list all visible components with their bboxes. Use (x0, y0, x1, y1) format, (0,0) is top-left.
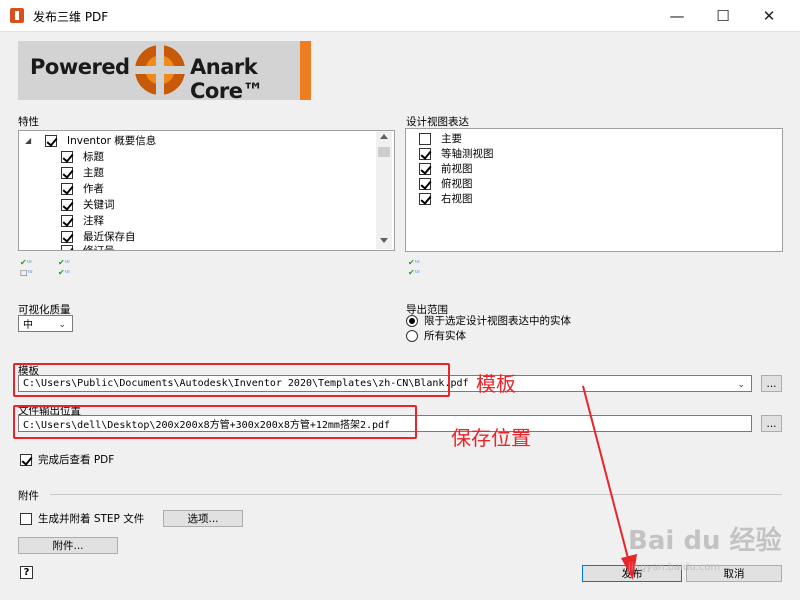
template-browse-button[interactable]: ... (761, 375, 782, 392)
design-view-item[interactable]: 等轴测视图 (419, 146, 494, 161)
output-browse-button[interactable]: ... (761, 415, 782, 432)
tree-item-label: 最近保存自 (83, 231, 136, 243)
banner-accent-bar (300, 41, 311, 100)
design-view-checkbox[interactable] (419, 147, 431, 160)
visual-quality-value: 中 (23, 320, 33, 331)
design-view-label: 等轴测视图 (441, 148, 494, 160)
design-view-checkbox[interactable] (419, 162, 431, 175)
tree-item[interactable]: 修订号 (61, 243, 115, 251)
tree-item-label: 关键词 (83, 199, 115, 211)
attachments-label: 附件 (18, 490, 39, 502)
design-view-checkbox[interactable] (419, 177, 431, 190)
watermark-logo: Bai du 经验 (628, 526, 782, 556)
uncheck-all-icon[interactable]: □ᵚ (20, 269, 38, 277)
anark-logo-icon (135, 45, 185, 95)
step-options-button[interactable]: 选项... (163, 510, 243, 527)
properties-label: 特性 (18, 116, 39, 128)
design-view-label: 右视图 (441, 193, 473, 205)
tree-item[interactable]: 标题 (61, 149, 104, 164)
tree-item[interactable]: 关键词 (61, 197, 115, 212)
tree-root-checkbox[interactable] (45, 134, 57, 147)
scroll-up-icon[interactable] (380, 134, 388, 139)
maximize-button[interactable]: ☐ (700, 0, 746, 31)
tree-item[interactable]: 作者 (61, 181, 104, 196)
tree-item-checkbox[interactable] (61, 230, 73, 243)
watermark-url: jingyan.baidu.com (628, 562, 721, 573)
generate-step-checkbox[interactable] (20, 512, 32, 525)
design-views-list[interactable]: 主要 等轴测视图 前视图 俯视图 右视图 (405, 128, 783, 252)
design-view-checkbox[interactable] (419, 132, 431, 145)
template-annotation-text: 模板 (476, 372, 516, 396)
design-views-label: 设计视图表达 (406, 116, 469, 128)
tree-item-checkbox[interactable] (61, 244, 73, 250)
export-scope-option-label: 限于选定设计视图表达中的实体 (424, 315, 571, 327)
tree-item-label: 主题 (83, 167, 104, 179)
tree-item-checkbox[interactable] (61, 182, 73, 195)
minimize-button[interactable]: — (654, 0, 700, 31)
close-button[interactable]: ✕ (746, 0, 792, 31)
check-all-icon[interactable]: ✔ᵚ (20, 259, 38, 267)
view-after-label: 完成后查看 PDF (38, 454, 115, 466)
view-after-option[interactable]: 完成后查看 PDF (20, 452, 114, 467)
views-check-selected-icon[interactable]: ✔ᵚ (408, 269, 426, 277)
design-view-label: 俯视图 (441, 178, 473, 190)
banner-brand-text: Anark Core™ (190, 55, 263, 100)
export-scope-option-label: 所有实体 (424, 330, 466, 342)
window-title: 发布三维 PDF (33, 10, 109, 24)
attach-button[interactable]: 附件... (18, 537, 118, 554)
tree-expand-icon[interactable]: ◢ (25, 136, 35, 145)
check-children-icon[interactable]: ✔ᵚ (58, 269, 76, 277)
view-after-checkbox[interactable] (20, 453, 32, 466)
chevron-down-icon[interactable]: ⌄ (737, 380, 745, 390)
check-selected-icon[interactable]: ✔ᵚ (58, 259, 76, 267)
tree-item-label: 注释 (83, 215, 104, 227)
tree-item[interactable]: 最近保存自 (61, 229, 136, 244)
anark-banner: Powered by Anark Core™ (18, 41, 311, 100)
generate-step-option[interactable]: 生成并附着 STEP 文件 (20, 511, 144, 526)
export-scope-option[interactable]: 所有实体 (406, 328, 466, 343)
output-annotation-text: 保存位置 (451, 426, 531, 450)
visual-quality-select[interactable]: 中 ⌄ (18, 315, 73, 332)
tree-root-label: Inventor 概要信息 (67, 135, 157, 147)
tree-item-label: 作者 (83, 183, 104, 195)
properties-scrollbar-thumb[interactable] (378, 147, 390, 157)
design-view-checkbox[interactable] (419, 192, 431, 205)
design-view-item[interactable]: 右视图 (419, 191, 473, 206)
annotation-arrow (582, 385, 637, 580)
export-scope-radio[interactable] (406, 329, 418, 342)
tree-item-checkbox[interactable] (61, 166, 73, 179)
output-annotation-box (13, 405, 417, 439)
export-scope-radio[interactable] (406, 314, 418, 327)
design-view-item[interactable]: 前视图 (419, 161, 473, 176)
tree-item-checkbox[interactable] (61, 150, 73, 163)
design-view-item[interactable]: 俯视图 (419, 176, 473, 191)
views-check-all-icon[interactable]: ✔ᵚ (408, 259, 426, 267)
help-icon[interactable]: ? (20, 566, 33, 579)
tree-item[interactable]: 注释 (61, 213, 104, 228)
properties-tree[interactable]: ◢ Inventor 概要信息 标题 主题 作者 关键词 注释 最近保存自 修订… (18, 130, 395, 251)
scroll-down-icon[interactable] (380, 238, 388, 243)
design-view-label: 前视图 (441, 163, 473, 175)
design-view-label: 主要 (441, 133, 462, 145)
template-annotation-box (13, 363, 450, 397)
export-scope-option[interactable]: 限于选定设计视图表达中的实体 (406, 313, 571, 328)
tree-item-label: 标题 (83, 151, 104, 163)
generate-step-label: 生成并附着 STEP 文件 (38, 513, 145, 525)
tree-root-row[interactable]: ◢ Inventor 概要信息 (25, 133, 156, 148)
app-icon (10, 8, 24, 23)
tree-item-label: 修订号 (83, 245, 115, 251)
tree-item-checkbox[interactable] (61, 214, 73, 227)
tree-item[interactable]: 主题 (61, 165, 104, 180)
attachments-divider (50, 494, 782, 495)
design-view-item[interactable]: 主要 (419, 131, 462, 146)
tree-item-checkbox[interactable] (61, 198, 73, 211)
chevron-down-icon[interactable]: ⌄ (58, 320, 66, 330)
